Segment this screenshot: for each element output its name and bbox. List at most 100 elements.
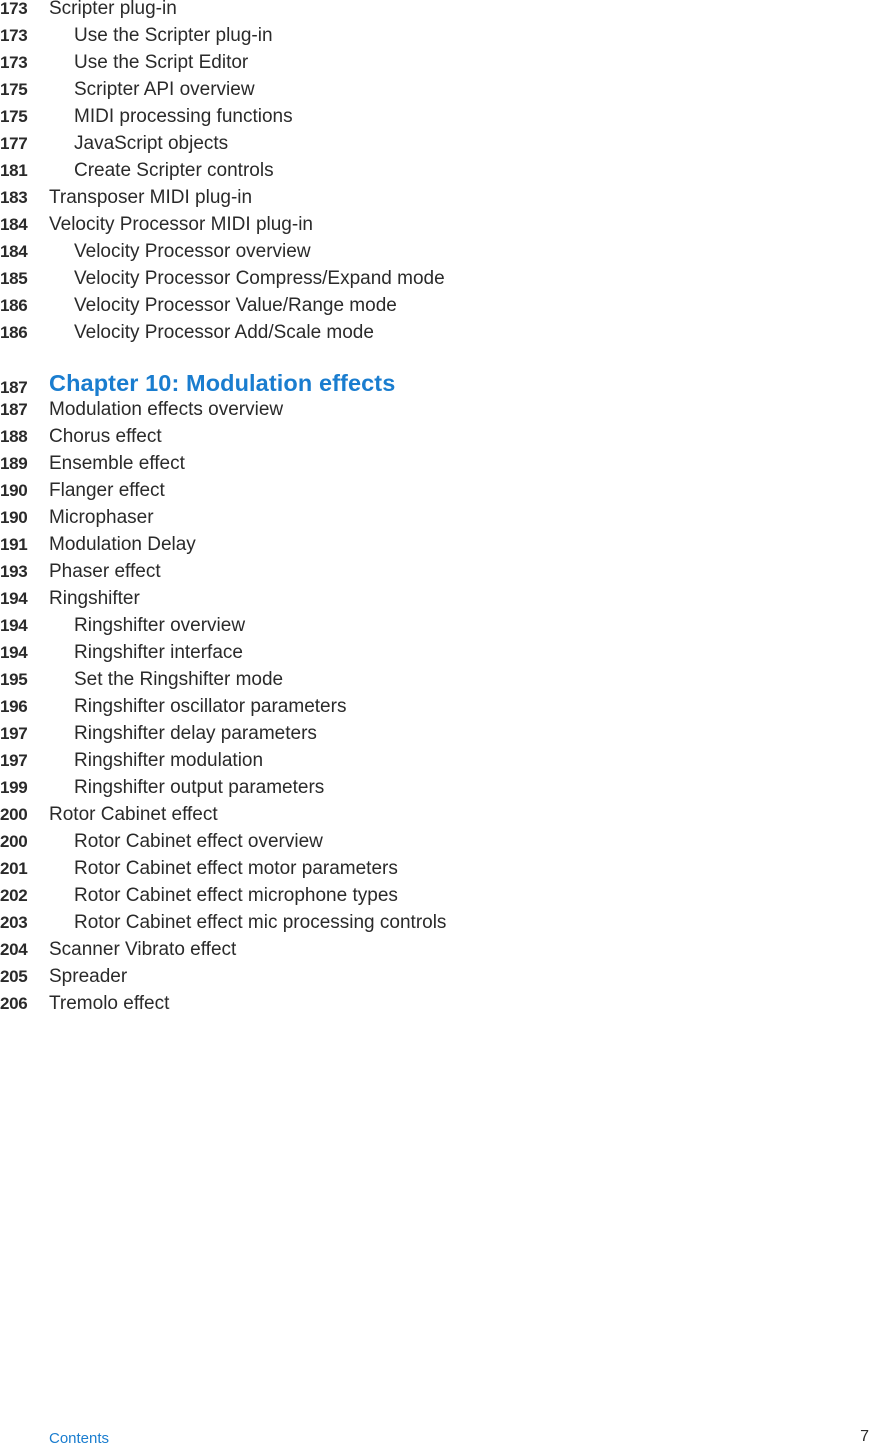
footer-section-label[interactable]: Contents [49,1430,109,1447]
toc-page-number: 200 [0,805,28,824]
toc-page-number: 194 [0,589,28,608]
toc-page-number: 205 [0,967,28,986]
toc-page-number: 184 [0,215,28,234]
toc-entry-title[interactable]: Ringshifter [49,589,140,608]
toc-chapter-title[interactable]: Chapter 10: Modulation effects [49,371,395,395]
toc-entry-title[interactable]: Rotor Cabinet effect mic processing cont… [74,913,446,932]
toc-page-number: 186 [0,296,28,315]
toc-page-number: 203 [0,913,28,932]
toc-subentry[interactable]: 203 Rotor Cabinet effect mic processing c… [0,913,871,941]
toc-entry-title[interactable]: Modulation Delay [49,535,196,554]
toc-entry-title[interactable]: Ringshifter output parameters [74,778,324,797]
toc-entry[interactable]: 184 Velocity Processor MIDI plug-in [0,215,871,243]
toc-section-chapter-10: 187 Modulation effects overview 188 Chorus … [0,400,871,1022]
toc-entry-title[interactable]: Velocity Processor Add/Scale mode [74,323,374,342]
toc-entry-title[interactable]: MIDI processing functions [74,107,293,126]
toc-entry-title[interactable]: Chorus effect [49,427,162,446]
toc-subentry[interactable]: 197 Ringshifter modulation [0,751,871,779]
toc-entry-title[interactable]: Tremolo effect [49,994,169,1013]
toc-subentry[interactable]: 201 Rotor Cabinet effect motor parameters [0,859,871,887]
toc-subentry[interactable]: 177 JavaScript objects [0,134,871,162]
toc-subentry[interactable]: 186 Velocity Processor Value/Range mode [0,296,871,324]
toc-subentry[interactable]: 181 Create Scripter controls [0,161,871,189]
toc-entry-title[interactable]: Set the Ringshifter mode [74,670,283,689]
toc-subentry[interactable]: 202 Rotor Cabinet effect microphone types [0,886,871,914]
toc-entry[interactable]: 189 Ensemble effect [0,454,871,482]
toc-subentry[interactable]: 194 Ringshifter overview [0,616,871,644]
toc-page-number: 189 [0,454,28,473]
toc-entry-title[interactable]: Use the Script Editor [74,53,248,72]
toc-entry[interactable]: 193 Phaser effect [0,562,871,590]
toc-subentry[interactable]: 175 Scripter API overview [0,80,871,108]
toc-entry[interactable]: 206 Tremolo effect [0,994,871,1022]
toc-entry-title[interactable]: Rotor Cabinet effect overview [74,832,323,851]
toc-entry-title[interactable]: Scanner Vibrato effect [49,940,236,959]
toc-entry[interactable]: 173 Scripter plug-in [0,0,871,27]
toc-page-number: 197 [0,751,28,770]
toc-entry-title[interactable]: Rotor Cabinet effect microphone types [74,886,398,905]
toc-entry-title[interactable]: Transposer MIDI plug-in [49,188,252,207]
toc-entry[interactable]: 191 Modulation Delay [0,535,871,563]
toc-entry[interactable]: 205 Spreader [0,967,871,995]
toc-entry-title[interactable]: Ringshifter interface [74,643,243,662]
toc-entry-title[interactable]: Velocity Processor Compress/Expand mode [74,269,445,288]
toc-subentry[interactable]: 200 Rotor Cabinet effect overview [0,832,871,860]
toc-entry-title[interactable]: Create Scripter controls [74,161,274,180]
toc-subentry[interactable]: 185 Velocity Processor Compress/Expand mo… [0,269,871,297]
toc-entry[interactable]: 204 Scanner Vibrato effect [0,940,871,968]
toc-entry[interactable]: 188 Chorus effect [0,427,871,455]
toc-entry[interactable]: 194 Ringshifter [0,589,871,617]
toc-page-number: 195 [0,670,28,689]
toc-page-number: 175 [0,80,28,99]
toc-entry-title[interactable]: Flanger effect [49,481,165,500]
toc-entry-title[interactable]: Microphaser [49,508,154,527]
toc-entry-title[interactable]: Use the Scripter plug-in [74,26,273,45]
toc-subentry[interactable]: 194 Ringshifter interface [0,643,871,671]
toc-entry-title[interactable]: Rotor Cabinet effect motor parameters [74,859,398,878]
toc-subentry[interactable]: 186 Velocity Processor Add/Scale mode [0,323,871,351]
toc-page-number: 184 [0,242,28,261]
toc-page-number: 177 [0,134,28,153]
toc-entry-title[interactable]: Ringshifter modulation [74,751,263,770]
toc-entry-title[interactable]: Ringshifter overview [74,616,245,635]
toc-entry-title[interactable]: Phaser effect [49,562,161,581]
toc-subentry[interactable]: 173 Use the Script Editor [0,53,871,81]
toc-page-number: 187 [0,400,28,419]
toc-entry[interactable]: 187 Modulation effects overview [0,400,871,428]
toc-page-number: 191 [0,535,28,554]
toc-page-number: 190 [0,481,28,500]
toc-page-number: 188 [0,427,28,446]
toc-entry-title[interactable]: Scripter API overview [74,80,255,99]
toc-entry-title[interactable]: Velocity Processor overview [74,242,311,261]
toc-entry-title[interactable]: JavaScript objects [74,134,228,153]
toc-entry[interactable]: 183 Transposer MIDI plug-in [0,188,871,216]
footer-page-number: 7 [860,1428,869,1445]
toc-page-number: 201 [0,859,28,878]
toc-subentry[interactable]: 199 Ringshifter output parameters [0,778,871,806]
toc-subentry[interactable]: 195 Set the Ringshifter mode [0,670,871,698]
toc-page-number: 202 [0,886,28,905]
toc-subentry[interactable]: 184 Velocity Processor overview [0,242,871,270]
toc-page-number: 204 [0,940,28,959]
toc-entry[interactable]: 190 Microphaser [0,508,871,536]
toc-entry-title[interactable]: Rotor Cabinet effect [49,805,218,824]
toc-entry-title[interactable]: Velocity Processor Value/Range mode [74,296,397,315]
toc-entry-title[interactable]: Ringshifter delay parameters [74,724,317,743]
toc-entry-title[interactable]: Scripter plug-in [49,0,177,18]
toc-entry-title[interactable]: Velocity Processor MIDI plug-in [49,215,313,234]
toc-entry-title[interactable]: Ensemble effect [49,454,185,473]
toc-page-number: 196 [0,697,28,716]
toc-page-number: 186 [0,323,28,342]
toc-subentry[interactable]: 175 MIDI processing functions [0,107,871,135]
toc-entry[interactable]: 190 Flanger effect [0,481,871,509]
toc-chapter-heading[interactable]: 187 Chapter 10: Modulation effects [0,371,871,401]
toc-entry-title[interactable]: Ringshifter oscillator parameters [74,697,346,716]
toc-subentry[interactable]: 197 Ringshifter delay parameters [0,724,871,752]
toc-subentry[interactable]: 196 Ringshifter oscillator parameters [0,697,871,725]
toc-page-number: 193 [0,562,28,581]
toc-section-before-chapter: 173 Scripter plug-in 173 Use the Scripter p… [0,0,871,351]
toc-entry-title[interactable]: Modulation effects overview [49,400,283,419]
toc-subentry[interactable]: 173 Use the Scripter plug-in [0,26,871,54]
toc-entry-title[interactable]: Spreader [49,967,127,986]
toc-entry[interactable]: 200 Rotor Cabinet effect [0,805,871,833]
